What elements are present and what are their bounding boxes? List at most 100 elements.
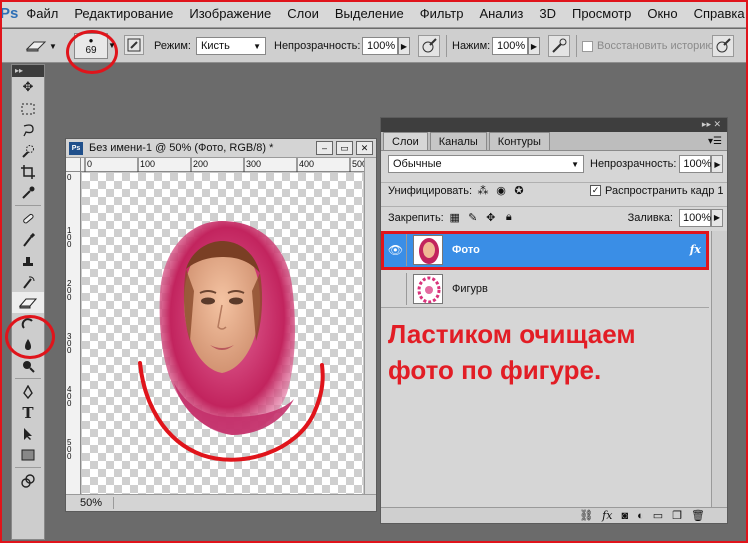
adjustment-layer-icon[interactable]: ◐ [637, 510, 644, 522]
mode-value: Кисть [201, 40, 230, 52]
fill-slider-toggle[interactable]: ▶ [711, 208, 723, 227]
quick-select-tool-icon[interactable] [12, 140, 44, 161]
ruler-v-label: 400 [67, 385, 72, 408]
visibility-toggle[interactable] [385, 272, 407, 305]
document-titlebar[interactable]: Ps Без имени-1 @ 50% (Фото, RGB/8) * ‒ ▭… [66, 139, 376, 158]
lock-row: Закрепить: ▦ ✎ ✥ 🔒︎ Заливка: 100% ▶ [381, 206, 727, 228]
annotation-line: фото по фигуре. [388, 355, 602, 385]
path-selection-tool-icon[interactable] [12, 423, 44, 444]
menu-analysis[interactable]: Анализ [471, 6, 531, 21]
unify-style-icon[interactable]: ✪ [512, 184, 526, 198]
layer-row-figure[interactable]: Фигурв [381, 270, 709, 308]
chevron-down-icon[interactable]: ▼ [108, 41, 116, 50]
flow-slider-toggle[interactable]: ▶ [528, 37, 540, 55]
ruler-h-label: 0 [87, 159, 93, 169]
tablet-opacity-icon[interactable] [418, 35, 440, 57]
fill-input[interactable]: 100% [679, 208, 711, 227]
healing-brush-tool-icon[interactable] [12, 208, 44, 229]
new-layer-icon[interactable]: ❐ [672, 509, 682, 522]
menu-layers[interactable]: Слои [279, 6, 327, 21]
crop-tool-icon[interactable] [12, 161, 44, 182]
brush-panel-toggle-icon[interactable] [124, 35, 144, 55]
panel-collapse-icon[interactable]: ▸▸ ✕ [702, 119, 721, 130]
rectangle-tool-icon[interactable] [12, 444, 44, 465]
brush-tool-icon[interactable] [12, 229, 44, 250]
zoom-level[interactable]: 50% [66, 497, 114, 509]
clone-stamp-tool-icon[interactable] [12, 250, 44, 271]
eyedropper-tool-icon[interactable] [12, 182, 44, 203]
panel-header-bar[interactable]: ▸▸ ✕ [381, 118, 727, 132]
history-brush-tool-icon[interactable] [12, 271, 44, 292]
tab-paths[interactable]: Контуры [488, 132, 550, 150]
flow-input[interactable]: 100% [492, 37, 528, 55]
lock-transparency-icon[interactable]: ▦ [448, 211, 462, 225]
menu-window[interactable]: Окно [639, 6, 685, 21]
opacity-input[interactable]: 100% [362, 37, 398, 55]
restore-history-option[interactable]: Восстановить историю [582, 40, 714, 52]
menu-file[interactable]: Файл [18, 6, 66, 21]
maximize-button[interactable]: ▭ [336, 141, 353, 155]
lock-pixels-icon[interactable]: ✎ [466, 211, 480, 225]
layers-panel: ▸▸ ✕ Слои Каналы Контуры ▾☰ Обычные ▼ Не… [380, 117, 728, 524]
ruler-corner [66, 158, 81, 172]
marquee-tool-icon[interactable] [12, 98, 44, 119]
ruler-v-label: 200 [67, 279, 72, 302]
tablet-size-icon[interactable] [712, 35, 734, 57]
pen-tool-icon[interactable] [12, 381, 44, 402]
layer-thumbnail [413, 273, 443, 304]
vertical-scrollbar[interactable] [364, 158, 376, 494]
document-window: Ps Без имени-1 @ 50% (Фото, RGB/8) * ‒ ▭… [65, 138, 377, 512]
menu-select[interactable]: Выделение [327, 6, 412, 21]
restore-history-checkbox[interactable] [582, 40, 593, 52]
propagate-option[interactable]: ✓ Распространить кадр 1 [590, 185, 724, 197]
menu-image[interactable]: Изображение [181, 6, 279, 21]
tab-channels[interactable]: Каналы [429, 132, 487, 150]
document-canvas[interactable] [82, 173, 363, 494]
menu-help[interactable]: Справка [686, 6, 748, 21]
hand-tool-icon[interactable] [12, 470, 44, 491]
unify-position-icon[interactable]: ⁂ [476, 184, 490, 198]
unify-row: Унифицировать: ⁂ ◉ ✪ ✓ Распространить ка… [381, 182, 727, 198]
flow-label: Нажим: [452, 40, 491, 52]
panel-menu-icon[interactable]: ▾☰ [708, 136, 722, 147]
tools-panel: ▸▸ ✥ T [11, 64, 45, 540]
menu-3d[interactable]: 3D [531, 6, 564, 21]
fill-label: Заливка: [627, 211, 673, 224]
lock-all-icon[interactable]: 🔒︎ [502, 211, 516, 225]
separator [576, 35, 577, 57]
move-tool-icon[interactable]: ✥ [12, 77, 44, 98]
separator [446, 35, 447, 57]
layer-opacity-input[interactable]: 100% [679, 155, 712, 173]
airbrush-icon[interactable] [548, 35, 570, 57]
link-layers-icon[interactable]: ⛓ [579, 509, 593, 522]
trash-icon[interactable]: 🗑︎ [691, 509, 705, 522]
blend-mode-select[interactable]: Обычные ▼ [388, 155, 584, 173]
document-status-bar: 50% [66, 494, 376, 511]
tab-layers[interactable]: Слои [383, 132, 428, 150]
opacity-slider-toggle[interactable]: ▶ [398, 37, 410, 55]
layers-scrollbar[interactable] [711, 231, 727, 507]
menu-view[interactable]: Просмотр [564, 6, 639, 21]
lock-label: Закрепить: [388, 211, 444, 224]
lock-position-icon[interactable]: ✥ [484, 211, 498, 225]
mode-select[interactable]: Кисть ▼ [196, 37, 266, 55]
menu-filter[interactable]: Фильтр [412, 6, 472, 21]
close-button[interactable]: ✕ [356, 141, 373, 155]
ruler-ticks [84, 158, 351, 172]
layers-tabs: Слои Каналы Контуры ▾☰ [381, 132, 727, 151]
ruler-h-label: 400 [299, 159, 315, 169]
layer-opacity-slider-toggle[interactable]: ▶ [711, 155, 724, 173]
menu-edit[interactable]: Редактирование [66, 6, 181, 21]
lasso-tool-icon[interactable] [12, 119, 44, 140]
propagate-checkbox[interactable]: ✓ [590, 185, 602, 196]
tools-collapse-icon[interactable]: ▸▸ [12, 65, 44, 77]
eraser-tool-preset-icon[interactable]: ▼ [22, 35, 60, 57]
new-group-icon[interactable]: ▭ [653, 509, 663, 522]
add-mask-icon[interactable]: ◙ [621, 510, 628, 522]
minimize-button[interactable]: ‒ [316, 141, 333, 155]
vertical-ruler: 0 100 200 300 400 500 [66, 172, 81, 494]
type-tool-icon[interactable]: T [12, 402, 44, 423]
add-style-icon[interactable]: fx [602, 509, 612, 522]
eraser-tool-icon[interactable] [12, 292, 44, 313]
unify-visibility-icon[interactable]: ◉ [494, 184, 508, 198]
